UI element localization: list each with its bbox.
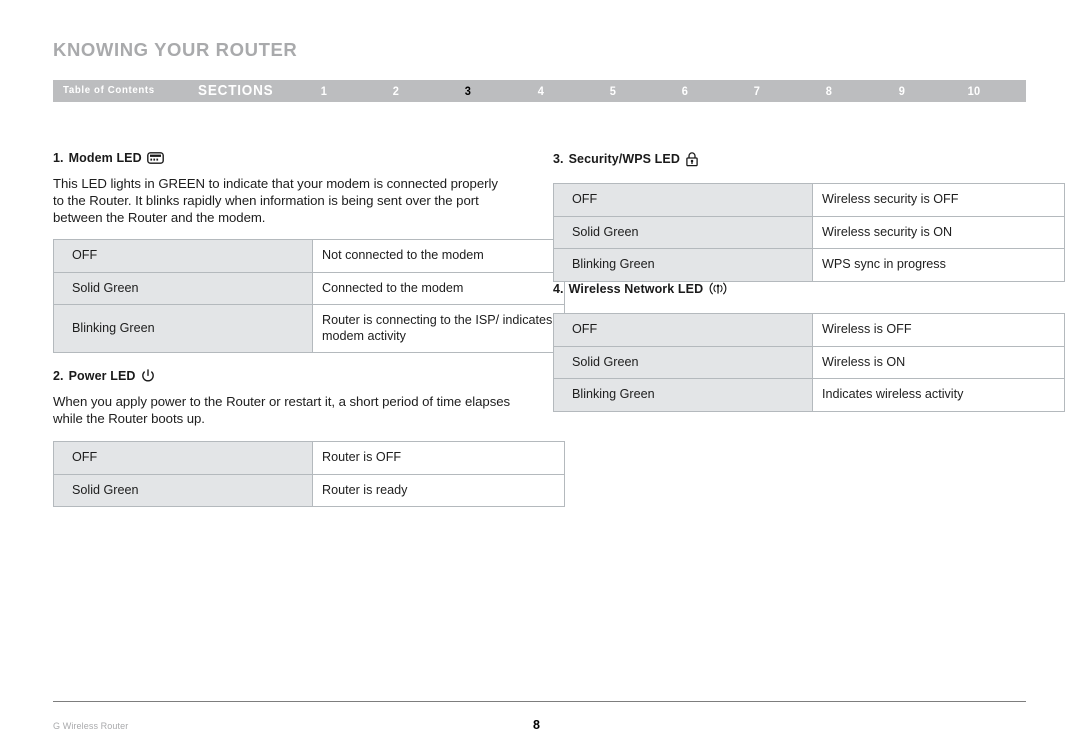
section-heading-power-led: 2. Power LED bbox=[53, 369, 155, 383]
nav-section-10[interactable]: 10 bbox=[962, 84, 986, 98]
section-number: 4. bbox=[553, 281, 564, 296]
nav-section-8[interactable]: 8 bbox=[817, 84, 841, 98]
led-state: OFF bbox=[53, 441, 313, 475]
footer-product-name: G Wireless Router bbox=[53, 721, 129, 732]
sections-label: SECTIONS bbox=[198, 82, 274, 99]
wireless-icon bbox=[708, 281, 728, 296]
section-heading-wireless-network-led: 4. Wireless Network LED bbox=[553, 281, 728, 296]
led-state: OFF bbox=[53, 239, 313, 273]
section-title: Wireless Network LED bbox=[568, 281, 704, 296]
modem-icon bbox=[146, 152, 164, 164]
table-row: OFF Not connected to the modem bbox=[53, 239, 565, 273]
modem-led-table: OFF Not connected to the modem Solid Gre… bbox=[53, 239, 565, 353]
table-of-contents-link[interactable]: Table of Contents bbox=[63, 84, 155, 96]
section-title: Security/WPS LED bbox=[568, 152, 680, 166]
section-body-modem-led: This LED lights in GREEN to indicate tha… bbox=[53, 176, 498, 226]
lock-icon bbox=[685, 151, 699, 167]
section-title: Power LED bbox=[68, 369, 136, 383]
led-state: Blinking Green bbox=[553, 378, 813, 412]
section-number: 1. bbox=[53, 151, 64, 165]
section-number: 3. bbox=[553, 152, 564, 166]
led-meaning: Connected to the modem bbox=[312, 271, 565, 305]
wireless-network-led-table: OFF Wireless is OFF Solid Green Wireless… bbox=[553, 313, 1065, 412]
security-wps-led-table: OFF Wireless security is OFF Solid Green… bbox=[553, 183, 1065, 282]
power-led-table: OFF Router is OFF Solid Green Router is … bbox=[53, 441, 565, 507]
led-meaning: Not connected to the modem bbox=[312, 239, 565, 273]
led-state: Blinking Green bbox=[53, 304, 313, 353]
table-row: OFF Wireless is OFF bbox=[553, 313, 1065, 347]
section-body-power-led: When you apply power to the Router or re… bbox=[53, 394, 511, 427]
led-meaning: Wireless is ON bbox=[812, 345, 1065, 379]
led-meaning: Router is connecting to the ISP/ indicat… bbox=[312, 304, 565, 353]
led-state: OFF bbox=[553, 183, 813, 217]
led-meaning: Router is ready bbox=[312, 473, 565, 507]
nav-section-5[interactable]: 5 bbox=[601, 84, 625, 98]
led-state: Solid Green bbox=[553, 215, 813, 249]
table-row: Blinking Green Router is connecting to t… bbox=[53, 304, 565, 353]
led-meaning: Wireless security is OFF bbox=[812, 183, 1065, 217]
led-meaning: Indicates wireless activity bbox=[812, 378, 1065, 412]
led-meaning: Wireless security is ON bbox=[812, 215, 1065, 249]
section-number: 2. bbox=[53, 369, 64, 383]
table-row: Solid Green Connected to the modem bbox=[53, 271, 565, 305]
nav-section-3[interactable]: 3 bbox=[456, 84, 480, 98]
nav-section-7[interactable]: 7 bbox=[745, 84, 769, 98]
table-row: OFF Router is OFF bbox=[53, 441, 565, 475]
footer-page-number: 8 bbox=[533, 718, 540, 732]
table-row: Solid Green Router is ready bbox=[53, 473, 565, 507]
footer-divider bbox=[53, 701, 1026, 702]
document-page: KNOWING YOUR ROUTER Table of Contents SE… bbox=[0, 0, 1080, 756]
page-title: KNOWING YOUR ROUTER bbox=[53, 39, 298, 60]
section-navigation-bar: Table of Contents SECTIONS 1 2 3 4 5 6 7… bbox=[53, 80, 1026, 102]
led-meaning: Wireless is OFF bbox=[812, 313, 1065, 347]
nav-section-9[interactable]: 9 bbox=[890, 84, 914, 98]
led-meaning: Router is OFF bbox=[312, 441, 565, 475]
led-meaning: WPS sync in progress bbox=[812, 248, 1065, 282]
nav-section-4[interactable]: 4 bbox=[529, 84, 553, 98]
nav-section-1[interactable]: 1 bbox=[312, 84, 336, 98]
led-state: Solid Green bbox=[53, 473, 313, 507]
table-row: Solid Green Wireless is ON bbox=[553, 345, 1065, 379]
table-row: OFF Wireless security is OFF bbox=[553, 183, 1065, 217]
section-heading-security-wps-led: 3. Security/WPS LED bbox=[553, 151, 699, 167]
power-icon bbox=[141, 369, 155, 383]
table-row: Blinking Green Indicates wireless activi… bbox=[553, 378, 1065, 412]
section-title: Modem LED bbox=[68, 151, 142, 165]
nav-section-2[interactable]: 2 bbox=[384, 84, 408, 98]
led-state: Solid Green bbox=[53, 271, 313, 305]
table-row: Blinking Green WPS sync in progress bbox=[553, 248, 1065, 282]
table-row: Solid Green Wireless security is ON bbox=[553, 215, 1065, 249]
nav-section-6[interactable]: 6 bbox=[673, 84, 697, 98]
section-heading-modem-led: 1. Modem LED bbox=[53, 151, 164, 165]
led-state: Blinking Green bbox=[553, 248, 813, 282]
led-state: OFF bbox=[553, 313, 813, 347]
led-state: Solid Green bbox=[553, 345, 813, 379]
